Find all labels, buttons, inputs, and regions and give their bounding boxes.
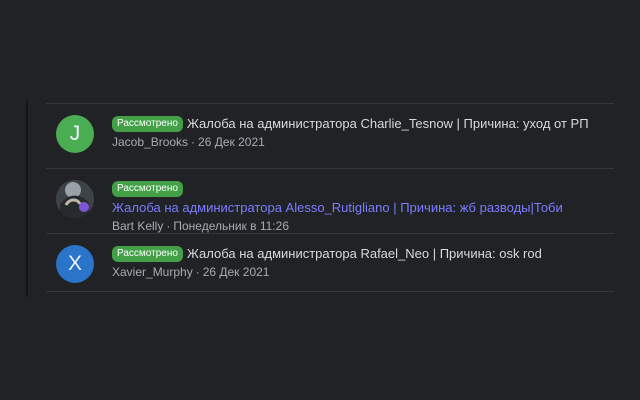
- meta-separator: ·: [195, 265, 200, 279]
- title-line: Рассмотрено Жалоба на администратора Raf…: [112, 245, 614, 263]
- avatar-photo-icon: [56, 180, 94, 218]
- thread-item[interactable]: J Рассмотрено Жалоба на администратора C…: [46, 103, 614, 168]
- thread-title-link[interactable]: Жалоба на администратора Charlie_Tesnow …: [187, 115, 589, 133]
- status-badge: Рассмотрено: [112, 246, 183, 262]
- thread-title-link[interactable]: Жалоба на администратора Rafael_Neo | Пр…: [187, 245, 542, 263]
- title-line: Рассмотрено: [112, 180, 614, 198]
- thread-panel: J Рассмотрено Жалоба на администратора C…: [26, 100, 616, 297]
- author-link[interactable]: Jacob_Brooks: [112, 135, 188, 149]
- avatar[interactable]: X: [56, 245, 94, 283]
- thread-body: Рассмотрено Жалоба на администратора Ale…: [112, 180, 614, 234]
- thread-date[interactable]: 26 Дек 2021: [198, 135, 265, 149]
- meta-separator: ·: [166, 219, 171, 233]
- title-line: Рассмотрено Жалоба на администратора Cha…: [112, 115, 614, 133]
- title-line: Жалоба на администратора Alesso_Rutiglia…: [112, 199, 614, 217]
- thread-title-link[interactable]: Жалоба на администратора Alesso_Rutiglia…: [112, 199, 563, 217]
- avatar[interactable]: J: [56, 115, 94, 153]
- thread-meta: Bart Kelly · Понедельник в 11:26: [112, 218, 614, 234]
- thread-list: J Рассмотрено Жалоба на администратора C…: [46, 103, 614, 292]
- status-badge: Рассмотрено: [112, 116, 183, 132]
- thread-body: Рассмотрено Жалоба на администратора Cha…: [112, 115, 614, 150]
- thread-item[interactable]: X Рассмотрено Жалоба на администратора R…: [46, 233, 614, 292]
- thread-item[interactable]: Рассмотрено Жалоба на администратора Ale…: [46, 168, 614, 233]
- thread-meta: Xavier_Murphy · 26 Дек 2021: [112, 264, 614, 280]
- thread-meta: Jacob_Brooks · 26 Дек 2021: [112, 134, 614, 150]
- avatar[interactable]: [56, 180, 94, 218]
- meta-separator: ·: [191, 135, 196, 149]
- status-badge: Рассмотрено: [112, 181, 183, 197]
- thread-date[interactable]: Понедельник в 11:26: [173, 219, 289, 233]
- avatar-letter: J: [69, 122, 81, 145]
- avatar-letter: X: [67, 252, 82, 275]
- author-link[interactable]: Bart Kelly: [112, 219, 163, 233]
- author-link[interactable]: Xavier_Murphy: [112, 265, 193, 279]
- thread-date[interactable]: 26 Дек 2021: [203, 265, 270, 279]
- thread-body: Рассмотрено Жалоба на администратора Raf…: [112, 245, 614, 280]
